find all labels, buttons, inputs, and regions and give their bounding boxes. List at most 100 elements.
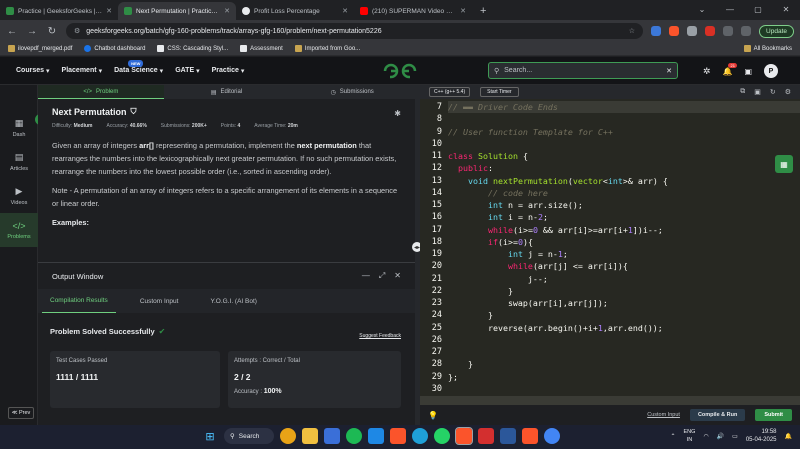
brave-active-icon[interactable]	[455, 427, 473, 445]
site-search[interactable]: ⚲ Search... ✕	[488, 62, 678, 79]
spotify-icon[interactable]	[346, 428, 362, 444]
extension-icon[interactable]	[687, 26, 698, 36]
expand-icon[interactable]: ⤢	[379, 271, 385, 281]
taskbar-search[interactable]: ⚲ Search	[224, 428, 274, 444]
update-button[interactable]: Update	[759, 24, 794, 38]
file-explorer-icon[interactable]	[302, 428, 318, 444]
gfg-logo[interactable]	[382, 61, 418, 81]
reset-icon[interactable]: ↻	[770, 88, 776, 96]
nav-practice[interactable]: Practice ▾	[212, 67, 245, 75]
edge-icon[interactable]	[412, 428, 428, 444]
chrome-icon[interactable]	[280, 428, 296, 444]
avatar[interactable]: P	[764, 64, 778, 78]
theme-toggle-icon[interactable]: ✲	[703, 66, 711, 77]
search-input[interactable]: Search...	[504, 67, 661, 74]
nav-courses[interactable]: Courses ▾	[16, 67, 50, 75]
bookmark-item[interactable]: CSS: Cascading Styl...	[157, 45, 228, 52]
submit-button[interactable]: Submit	[755, 409, 792, 421]
folded-code-bar[interactable]	[420, 396, 800, 405]
copy-icon[interactable]: ⧉	[740, 88, 745, 96]
chat-fab-icon[interactable]: ▦	[775, 155, 793, 173]
minimize-icon[interactable]: —	[716, 0, 744, 18]
maximize-icon[interactable]: ▢	[744, 0, 772, 18]
code-editor[interactable]: 7 8 9 10 11 12 13 14 15 16 17 18 19 20 21 22 23 24 25 26 27 2…	[420, 99, 800, 405]
tab-search-icon[interactable]: ⌄	[688, 0, 716, 18]
tab-custom-input[interactable]: Custom Input	[132, 289, 187, 313]
close-tab-icon[interactable]: ✕	[224, 7, 230, 15]
close-icon[interactable]: ✕	[394, 271, 401, 281]
tab-compilation-results[interactable]: Compilation Results	[42, 289, 116, 313]
prev-button[interactable]: ≪ Prev	[8, 407, 34, 419]
bookmark-item[interactable]: Chatbot dashboard	[84, 45, 145, 52]
windows-start-icon[interactable]: ⊞	[202, 428, 218, 444]
download-icon[interactable]	[741, 26, 752, 36]
bookmark-icon[interactable]: ⛉	[131, 107, 137, 117]
tab-submissions[interactable]: ◷ Submissions	[289, 85, 415, 99]
vscode-icon[interactable]	[368, 428, 384, 444]
wifi-icon[interactable]: ◠	[703, 433, 708, 440]
warning-extension-icon[interactable]	[705, 26, 716, 36]
rail-item-videos[interactable]: ▶ Videos	[0, 179, 38, 213]
close-window-icon[interactable]: ✕	[772, 0, 800, 18]
bookmark-item[interactable]: Assessment	[240, 45, 283, 52]
close-tab-icon[interactable]: ✕	[342, 7, 348, 15]
acrobat-icon[interactable]	[478, 428, 494, 444]
chrome-icon[interactable]	[544, 428, 560, 444]
rail-item-articles[interactable]: ▤ Articles	[0, 145, 38, 179]
start-timer-button[interactable]: Start Timer	[480, 87, 519, 97]
language-indicator[interactable]: ENG IN	[683, 428, 695, 444]
browser-tab[interactable]: Practice | GeeksforGeeks | A comp ✕	[0, 2, 118, 20]
whatsapp-icon[interactable]	[434, 428, 450, 444]
new-tab-button[interactable]: +	[472, 5, 494, 20]
settings-icon[interactable]: ⚙	[785, 88, 791, 96]
brave-icon[interactable]	[390, 428, 406, 444]
back-icon[interactable]: ←	[6, 26, 18, 37]
code-line: while(arr[j] <= arr[i]){	[507, 261, 628, 272]
clear-icon[interactable]: ✕	[666, 67, 672, 75]
browser-tab-active[interactable]: Next Permutation | Practice | G ✕	[118, 2, 236, 20]
bookmark-item[interactable]: ilovepdf_merged.pdf	[8, 45, 72, 52]
chevron-up-icon[interactable]: ⌃	[670, 433, 675, 440]
word-icon[interactable]	[500, 428, 516, 444]
bug-report-icon[interactable]: ✱	[394, 109, 401, 118]
battery-icon[interactable]: ▭	[732, 433, 738, 440]
forward-icon[interactable]: →	[26, 26, 38, 37]
url-text[interactable]: geeksforgeeks.org/batch/gfg-160-problems…	[86, 28, 622, 35]
brave-icon[interactable]	[522, 428, 538, 444]
site-info-icon[interactable]: ⚙	[74, 27, 80, 35]
lightbulb-icon[interactable]: 💡	[428, 411, 438, 420]
close-tab-icon[interactable]: ✕	[460, 7, 466, 15]
browser-tab[interactable]: Profit Loss Percentage ✕	[236, 2, 354, 20]
clock[interactable]: 19:58 05-04-2025	[746, 428, 777, 444]
rail-item-dash[interactable]: ▦ Dash	[0, 111, 38, 145]
code-area[interactable]: // ▬▬ Driver Code Ends // User function …	[448, 101, 800, 395]
bell-icon[interactable]: 🔔 21	[722, 62, 737, 76]
extension-icon[interactable]	[651, 26, 662, 36]
suggest-feedback-link[interactable]: Suggest Feedback	[359, 333, 401, 339]
reload-icon[interactable]: ↻	[46, 26, 58, 37]
store-icon[interactable]	[324, 428, 340, 444]
chat-icon[interactable]: ▣	[744, 67, 752, 76]
nav-gate[interactable]: GATE ▾	[175, 67, 199, 75]
omnibox[interactable]: ⚙ geeksforgeeks.org/batch/gfg-160-proble…	[66, 23, 644, 39]
notifications-icon[interactable]: 🔔	[785, 433, 792, 440]
custom-input-link[interactable]: Custom Input	[647, 412, 680, 418]
tab-yogi-ai-bot[interactable]: Y.O.G.I. (AI Bot)	[202, 289, 264, 313]
all-bookmarks[interactable]: All Bookmarks	[743, 45, 792, 52]
fullscreen-icon[interactable]: ▣	[754, 88, 761, 96]
star-icon[interactable]: ☆	[629, 27, 635, 35]
nav-data-science[interactable]: NEW Data Science ▾	[114, 59, 163, 75]
compile-run-button[interactable]: Compile & Run	[689, 409, 746, 421]
puzzle-icon[interactable]	[723, 26, 734, 36]
bookmark-item[interactable]: Imported from Goo...	[294, 45, 360, 52]
brave-extension-icon[interactable]	[669, 26, 680, 36]
tab-editorial[interactable]: ▤ Editorial	[164, 85, 290, 99]
minimize-icon[interactable]: —	[362, 271, 370, 281]
rail-item-problems[interactable]: </> Problems	[0, 213, 38, 247]
tab-problem[interactable]: </> Problem	[38, 85, 164, 99]
language-select[interactable]: C++ (g++ 5.4)	[429, 87, 471, 97]
browser-tab[interactable]: (210) SUPERMAN Video Song | ✕	[354, 2, 472, 20]
volume-icon[interactable]: 🔊	[717, 433, 724, 440]
nav-placement[interactable]: Placement ▾	[62, 67, 103, 75]
close-tab-icon[interactable]: ✕	[106, 7, 112, 15]
